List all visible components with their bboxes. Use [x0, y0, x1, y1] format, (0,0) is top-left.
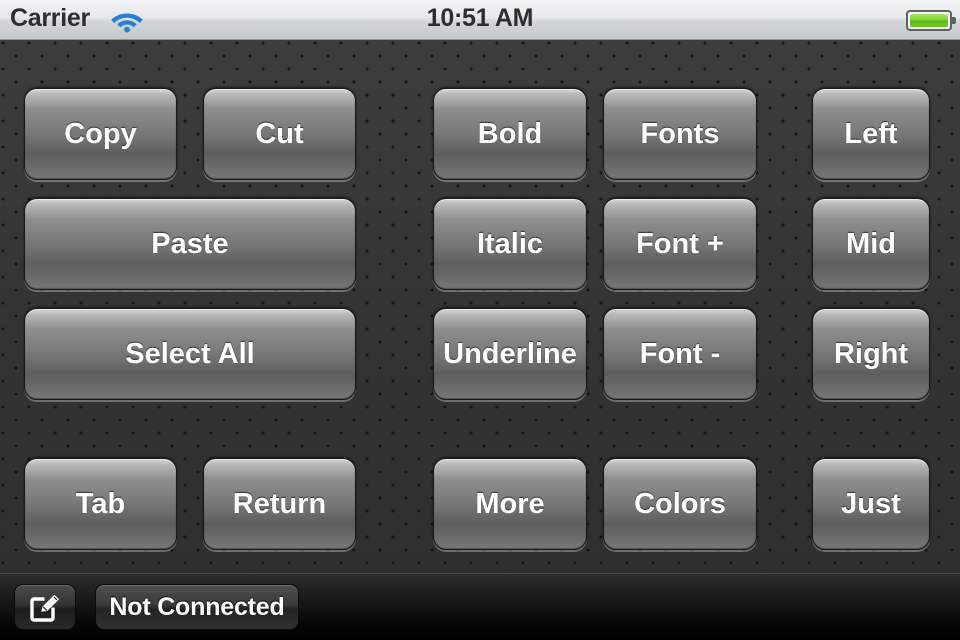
- button-label: Copy: [64, 117, 137, 150]
- paste-button[interactable]: Paste: [24, 198, 356, 290]
- button-label: More: [475, 487, 545, 520]
- font-decrease-button[interactable]: Font -: [603, 308, 757, 400]
- fonts-button[interactable]: Fonts: [603, 88, 757, 180]
- status-bar: Carrier 10:51 AM: [0, 0, 960, 40]
- button-label: Cut: [255, 117, 304, 150]
- align-left-button[interactable]: Left: [812, 88, 930, 180]
- more-button[interactable]: More: [433, 458, 587, 550]
- button-label: Mid: [846, 227, 896, 260]
- button-label: Font +: [636, 227, 724, 260]
- button-label: Underline: [443, 337, 577, 370]
- font-increase-button[interactable]: Font +: [603, 198, 757, 290]
- button-label: Bold: [477, 117, 543, 150]
- button-label: Tab: [75, 487, 126, 520]
- compose-button[interactable]: [14, 584, 76, 630]
- select-all-button[interactable]: Select All: [24, 308, 356, 400]
- button-label: Select All: [125, 337, 255, 370]
- button-label: Right: [833, 337, 909, 370]
- colors-button[interactable]: Colors: [603, 458, 757, 550]
- align-right-button[interactable]: Right: [812, 308, 930, 400]
- bold-button[interactable]: Bold: [433, 88, 587, 180]
- copy-button[interactable]: Copy: [24, 88, 177, 180]
- align-justify-button[interactable]: Just: [812, 458, 930, 550]
- button-label: Just: [841, 487, 901, 520]
- button-label: Paste: [151, 227, 229, 260]
- button-label: Return: [232, 487, 327, 520]
- return-button[interactable]: Return: [203, 458, 356, 550]
- cut-button[interactable]: Cut: [203, 88, 356, 180]
- button-label: Italic: [476, 227, 544, 260]
- button-label: Left: [844, 117, 898, 150]
- app-screen: Carrier 10:51 AM Copy Cut Bold Fonts Left Pas…: [0, 0, 960, 640]
- button-label: Fonts: [640, 117, 720, 150]
- align-center-button[interactable]: Mid: [812, 198, 930, 290]
- underline-button[interactable]: Underline: [433, 308, 587, 400]
- tab-button[interactable]: Tab: [24, 458, 177, 550]
- battery-fill: [910, 14, 948, 27]
- battery-full-icon: [906, 10, 956, 31]
- italic-button[interactable]: Italic: [433, 198, 587, 290]
- bottom-toolbar: Not Connected: [0, 573, 960, 640]
- compose-icon: [30, 594, 59, 622]
- connection-status-label: Not Connected: [109, 592, 285, 621]
- button-label: Font -: [639, 337, 721, 370]
- connection-status-button[interactable]: Not Connected: [95, 584, 299, 630]
- button-label: Colors: [634, 487, 726, 520]
- clock-label: 10:51 AM: [426, 4, 534, 32]
- button-panel: Copy Cut Bold Fonts Left Paste Italic Font + Mid…: [0, 40, 960, 573]
